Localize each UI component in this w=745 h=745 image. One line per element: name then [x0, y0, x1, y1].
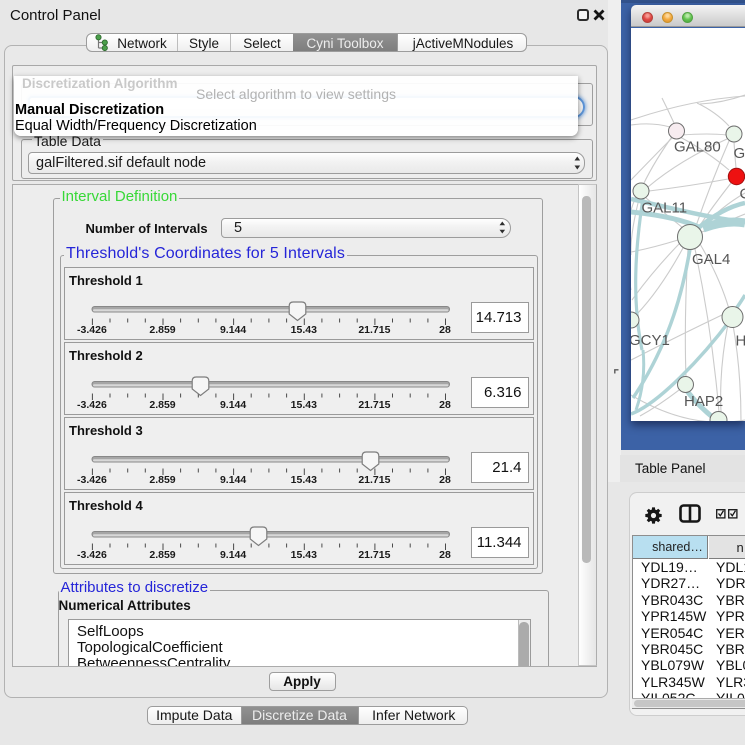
svg-text:GAL80: GAL80 [674, 139, 721, 156]
svg-text:GAL4: GAL4 [692, 251, 730, 268]
svg-text:GA: GA [734, 145, 745, 162]
svg-text:HAP2: HAP2 [684, 393, 723, 410]
svg-text:C: C [740, 186, 745, 203]
svg-text:GAL11: GAL11 [642, 200, 688, 217]
svg-text:H: H [736, 333, 745, 350]
svg-text:GCY1: GCY1 [631, 332, 670, 349]
